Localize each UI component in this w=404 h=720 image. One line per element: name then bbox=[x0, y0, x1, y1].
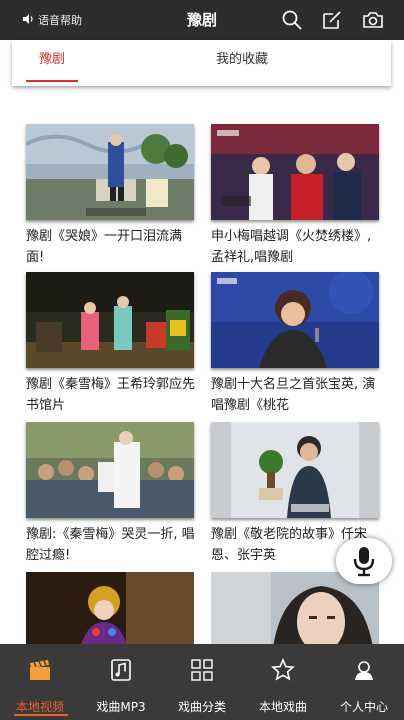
tab-yuju[interactable]: 豫剧 bbox=[26, 40, 78, 80]
voice-help-label: 语音帮助 bbox=[38, 14, 82, 27]
video-thumbnail[interactable] bbox=[26, 572, 194, 644]
music-note-icon bbox=[109, 658, 133, 682]
nav-categories[interactable]: 戏曲分类 bbox=[162, 644, 242, 720]
clapperboard-icon bbox=[28, 658, 52, 682]
person-icon bbox=[352, 658, 376, 682]
video-card[interactable] bbox=[26, 572, 194, 644]
star-icon bbox=[271, 658, 295, 682]
video-card[interactable]: 豫剧《秦雪梅》王希玲郭应先 书馆片 bbox=[26, 272, 195, 422]
nav-label: 本地戏曲 bbox=[258, 700, 307, 714]
category-tabs: 豫剧 我的收藏 bbox=[12, 40, 391, 86]
nav-mp3[interactable]: 戏曲MP3 bbox=[81, 644, 161, 720]
nav-label: 本地视频 bbox=[15, 700, 64, 714]
video-card[interactable]: 豫剧:《秦雪梅》哭灵一折, 唱腔过瘾! bbox=[26, 422, 195, 572]
camera-icon[interactable] bbox=[361, 8, 385, 32]
video-title[interactable]: 豫剧《哭娘》一开口泪流满面! bbox=[26, 226, 200, 268]
tab-favorites[interactable]: 我的收藏 bbox=[182, 40, 302, 80]
edit-icon[interactable] bbox=[320, 8, 344, 32]
nav-local-video[interactable]: 本地视频 bbox=[0, 644, 80, 720]
video-title[interactable]: 豫剧十大名旦之首张宝英, 演唱豫剧《桃花 bbox=[211, 374, 385, 416]
voice-search-button[interactable] bbox=[336, 538, 392, 584]
video-thumbnail[interactable] bbox=[26, 272, 194, 368]
video-thumbnail[interactable] bbox=[211, 422, 379, 518]
bottom-navigation: 本地视频 戏曲MP3 戏曲分类 本地戏曲 个人中心 bbox=[0, 644, 404, 720]
video-card[interactable]: 豫剧《哭娘》一开口泪流满面! bbox=[26, 124, 194, 274]
video-card[interactable]: 豫剧十大名旦之首张宝英, 演唱豫剧《桃花 bbox=[211, 272, 379, 422]
video-thumbnail[interactable] bbox=[211, 272, 379, 368]
video-thumbnail[interactable] bbox=[211, 124, 379, 220]
video-title[interactable]: 申小梅唱越调《火焚绣楼》, 孟祥礼,唱豫剧 bbox=[211, 226, 385, 268]
nav-profile[interactable]: 个人中心 bbox=[324, 644, 404, 720]
active-nav-indicator bbox=[14, 714, 68, 716]
video-title[interactable]: 豫剧:《秦雪梅》哭灵一折, 唱腔过瘾! bbox=[26, 524, 200, 566]
speaker-icon bbox=[22, 13, 34, 28]
top-bar: 语音帮助 豫剧 bbox=[0, 0, 404, 40]
nav-label: 个人中心 bbox=[339, 700, 388, 714]
search-icon[interactable] bbox=[280, 8, 304, 32]
grid-icon bbox=[190, 658, 214, 682]
nav-label: 戏曲MP3 bbox=[96, 700, 146, 714]
voice-help-button[interactable]: 语音帮助 bbox=[22, 12, 82, 28]
video-thumbnail[interactable] bbox=[26, 124, 194, 220]
video-card[interactable]: 申小梅唱越调《火焚绣楼》, 孟祥礼,唱豫剧 bbox=[211, 124, 379, 274]
video-thumbnail[interactable] bbox=[26, 422, 194, 518]
nav-label: 戏曲分类 bbox=[177, 700, 226, 714]
active-tab-indicator bbox=[26, 80, 78, 82]
nav-local-opera[interactable]: 本地戏曲 bbox=[243, 644, 323, 720]
video-title[interactable]: 豫剧《秦雪梅》王希玲郭应先 书馆片 bbox=[26, 374, 200, 416]
